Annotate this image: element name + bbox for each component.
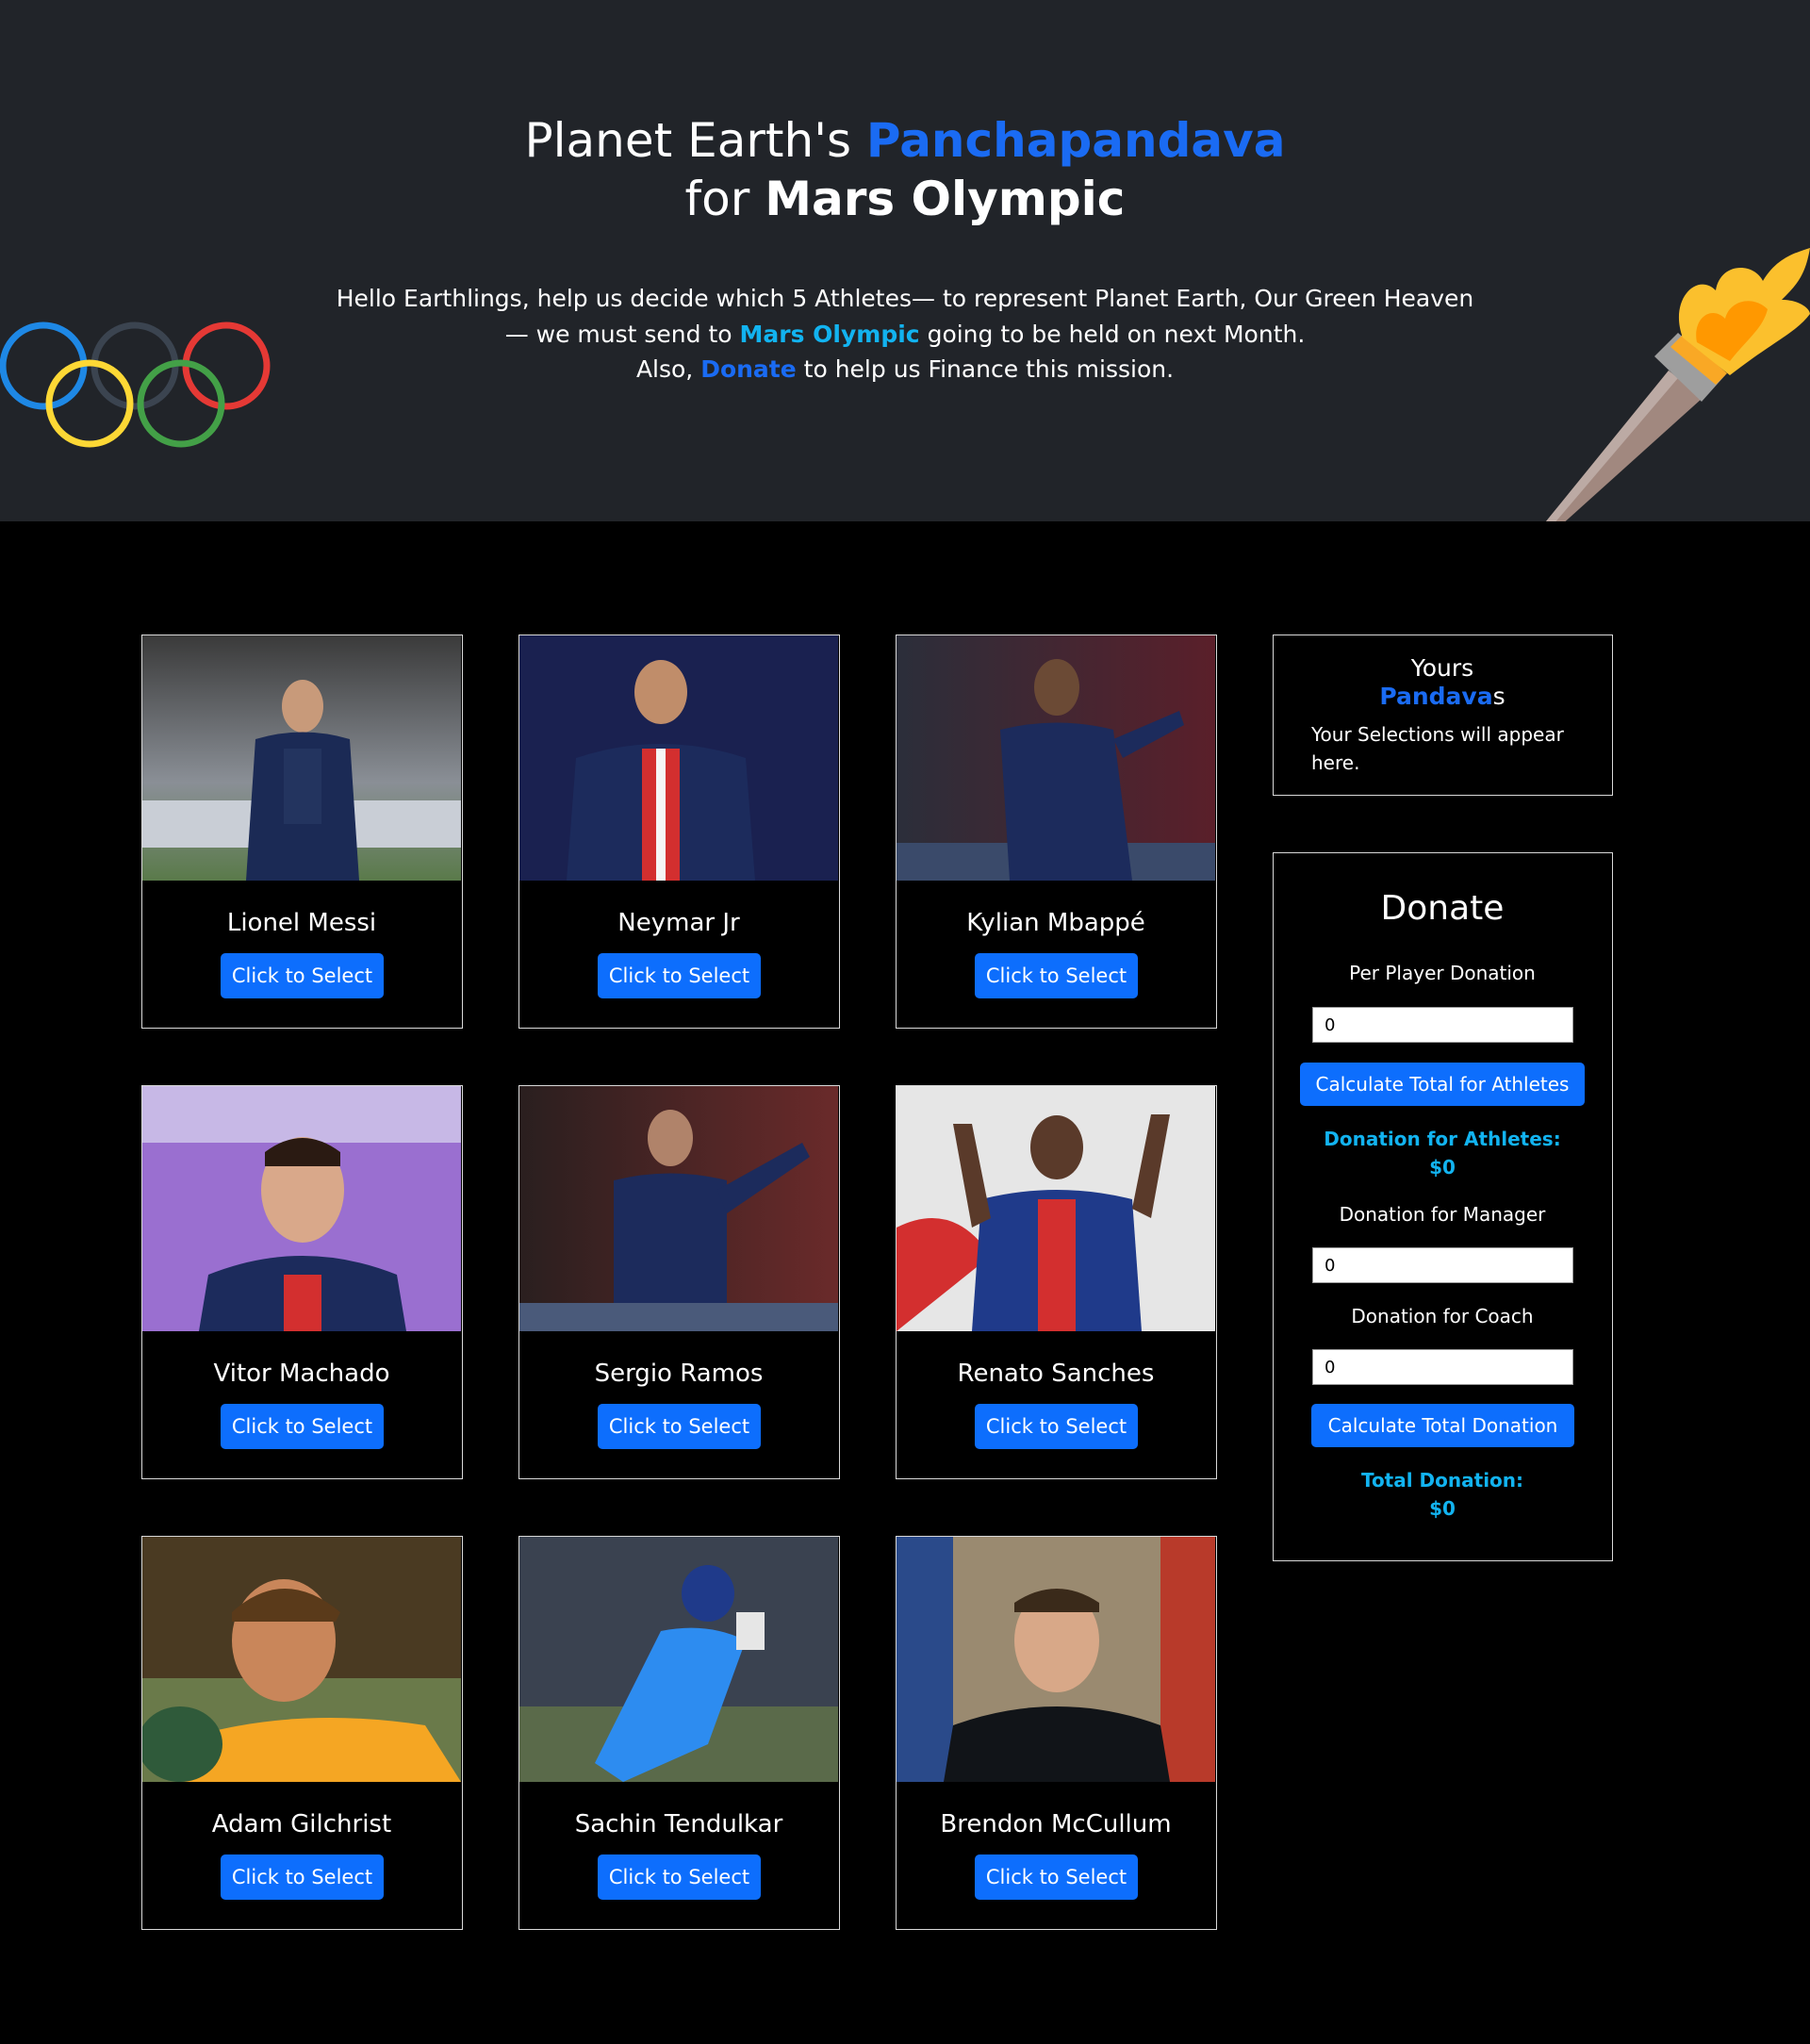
- olympic-rings-logo: [0, 321, 271, 448]
- athlete-name: Adam Gilchrist: [211, 1810, 392, 1838]
- athlete-name: Sergio Ramos: [594, 1360, 764, 1388]
- selections-panel: Yours Pandavas Your Selections will appe…: [1273, 635, 1613, 796]
- athlete-name: Renato Sanches: [957, 1360, 1155, 1388]
- select-athlete-button[interactable]: Click to Select: [598, 953, 761, 998]
- calculate-total-button[interactable]: Calculate Total Donation: [1311, 1404, 1574, 1447]
- per-player-label: Per Player Donation: [1349, 962, 1536, 984]
- manager-input[interactable]: [1312, 1247, 1573, 1283]
- athlete-photo: [897, 1537, 1215, 1782]
- total-donation-result: Total Donation: $0: [1360, 1469, 1524, 1520]
- athlete-name: Sachin Tendulkar: [574, 1810, 783, 1838]
- selections-heading: Yours: [1410, 654, 1474, 682]
- selections-placeholder: Your Selections will appear here.: [1311, 723, 1564, 774]
- athlete-photo: [897, 635, 1215, 881]
- athlete-photo: [142, 635, 461, 881]
- athletes-donation-result: Donation for Athletes: $0: [1324, 1128, 1561, 1179]
- page-title: Planet Earth's Panchapandava for Mars Ol…: [524, 113, 1286, 226]
- donate-title: Donate: [1380, 889, 1505, 928]
- torch-icon: [1546, 248, 1810, 521]
- athlete-photo: [142, 1086, 461, 1331]
- athlete-name: Brendon McCullum: [940, 1810, 1172, 1838]
- select-athlete-button[interactable]: Click to Select: [598, 1404, 761, 1449]
- per-player-input[interactable]: [1312, 1007, 1573, 1043]
- select-athlete-button[interactable]: Click to Select: [975, 1854, 1138, 1900]
- athlete-name: Kylian Mbappé: [966, 909, 1145, 937]
- athlete-photo: [897, 1086, 1215, 1331]
- select-athlete-button[interactable]: Click to Select: [221, 1404, 384, 1449]
- hero-header: Planet Earth's Panchapandava for Mars Ol…: [0, 0, 1810, 521]
- athlete-card: Brendon McCullum Click to Select: [896, 1536, 1217, 1930]
- athlete-card: Renato Sanches Click to Select: [896, 1085, 1217, 1479]
- intro-text: Hello Earthlings, help us decide which 5…: [336, 285, 1474, 383]
- calculate-athletes-button[interactable]: Calculate Total for Athletes: [1300, 1063, 1585, 1106]
- selections-subheading: Pandavas: [1379, 683, 1506, 710]
- athlete-name: Lionel Messi: [226, 909, 377, 937]
- manager-label: Donation for Manager: [1339, 1203, 1546, 1226]
- select-athlete-button[interactable]: Click to Select: [221, 1854, 384, 1900]
- athlete-card: Vitor Machado Click to Select: [141, 1085, 463, 1479]
- athlete-card: Lionel Messi Click to Select: [141, 635, 463, 1029]
- athlete-card: Neymar Jr Click to Select: [518, 635, 840, 1029]
- athlete-photo: [519, 1537, 838, 1782]
- athlete-name: Neymar Jr: [617, 909, 740, 937]
- athlete-card: Sachin Tendulkar Click to Select: [518, 1536, 840, 1930]
- athlete-card: Kylian Mbappé Click to Select: [896, 635, 1217, 1029]
- athlete-name: Vitor Machado: [213, 1360, 390, 1388]
- coach-label: Donation for Coach: [1351, 1305, 1534, 1327]
- athlete-photo: [142, 1537, 461, 1782]
- select-athlete-button[interactable]: Click to Select: [221, 953, 384, 998]
- athlete-photo: [519, 1086, 838, 1331]
- athlete-photo: [519, 635, 838, 881]
- select-athlete-button[interactable]: Click to Select: [975, 953, 1138, 998]
- select-athlete-button[interactable]: Click to Select: [598, 1854, 761, 1900]
- select-athlete-button[interactable]: Click to Select: [975, 1404, 1138, 1449]
- donate-panel: Donate Per Player Donation Calculate Tot…: [1273, 852, 1613, 1561]
- athlete-card: Adam Gilchrist Click to Select: [141, 1536, 463, 1930]
- athlete-card: Sergio Ramos Click to Select: [518, 1085, 840, 1479]
- coach-input[interactable]: [1312, 1349, 1573, 1385]
